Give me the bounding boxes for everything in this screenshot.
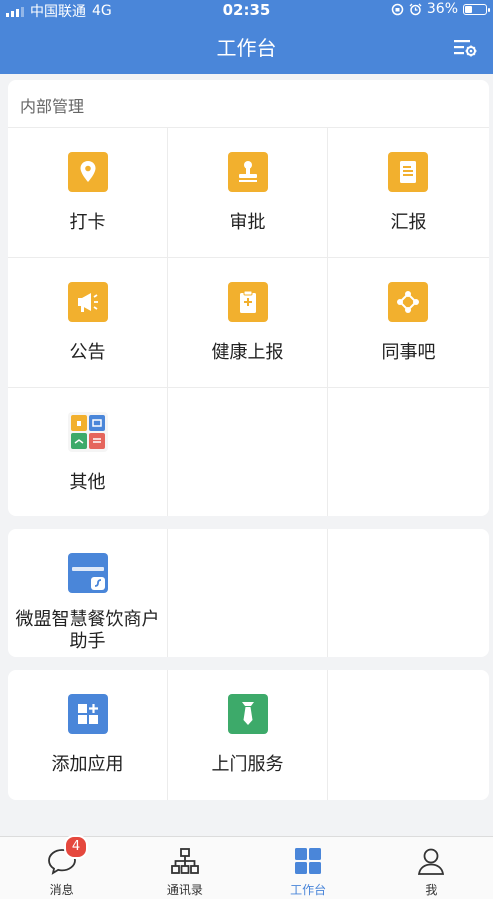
top-bar: 中国联通 4G 02:35 36% 工作台 xyxy=(0,0,493,74)
tab-label: 通讯录 xyxy=(166,883,203,897)
empty-cell xyxy=(328,670,489,800)
workbench-grid-icon xyxy=(292,845,324,877)
alarm-icon xyxy=(409,3,422,15)
tab-contacts[interactable]: 通讯录 xyxy=(123,837,246,899)
app-label: 审批 xyxy=(229,212,266,233)
mini-program-card: 微盟智慧餐饮商户助手 xyxy=(8,529,489,657)
unread-badge: 4 xyxy=(64,835,88,859)
empty-cell xyxy=(168,529,328,657)
app-grid: 添加应用 上门服务 xyxy=(8,670,489,800)
tab-label: 我 xyxy=(425,883,438,897)
report-document-icon xyxy=(388,152,428,192)
settings-list-icon[interactable] xyxy=(451,34,479,62)
app-label: 上门服务 xyxy=(211,754,284,775)
tab-label: 消息 xyxy=(49,883,74,897)
tools-card: 添加应用 上门服务 xyxy=(8,670,489,800)
tab-workbench[interactable]: 工作台 xyxy=(247,837,370,899)
app-label: 公告 xyxy=(69,342,106,363)
tab-messages[interactable]: 4 消息 xyxy=(0,835,123,899)
empty-cell xyxy=(168,387,328,516)
app-label: 微盟智慧餐饮商户助手 xyxy=(15,609,160,652)
app-label: 其他 xyxy=(69,472,106,493)
necktie-icon xyxy=(228,694,268,734)
app-health-report[interactable]: 健康上报 xyxy=(168,257,328,387)
empty-cell xyxy=(328,387,489,516)
app-approval[interactable]: 审批 xyxy=(168,127,328,257)
app-label: 汇报 xyxy=(390,212,427,233)
app-label: 健康上报 xyxy=(211,342,284,363)
user-icon xyxy=(415,845,447,877)
tab-label: 工作台 xyxy=(290,883,327,897)
internal-management-card: 内部管理 打卡 审批 汇报 公告 健康上报 同事吧 其他 xyxy=(8,80,489,516)
mini-program-icon xyxy=(68,553,108,593)
app-home-service[interactable]: 上门服务 xyxy=(168,670,328,800)
app-label: 打卡 xyxy=(69,212,106,233)
app-report[interactable]: 汇报 xyxy=(328,127,489,257)
app-add-application[interactable]: 添加应用 xyxy=(8,670,168,800)
battery-icon xyxy=(463,3,490,15)
section-title: 内部管理 xyxy=(20,97,85,116)
location-pin-icon xyxy=(68,152,108,192)
health-clipboard-icon xyxy=(228,282,268,322)
app-label: 同事吧 xyxy=(381,342,436,363)
app-other[interactable]: 其他 xyxy=(8,387,168,516)
megaphone-icon xyxy=(68,282,108,322)
app-mini-program[interactable]: 微盟智慧餐饮商户助手 xyxy=(8,529,168,657)
orientation-lock-icon xyxy=(391,3,404,15)
app-grid: 微盟智慧餐饮商户助手 xyxy=(8,529,489,657)
app-grid-icon xyxy=(68,412,108,452)
app-announcement[interactable]: 公告 xyxy=(8,257,168,387)
stamp-icon xyxy=(228,152,268,192)
page-title: 工作台 xyxy=(216,36,277,60)
app-grid: 打卡 审批 汇报 公告 健康上报 同事吧 其他 xyxy=(8,127,489,516)
share-nodes-icon xyxy=(388,282,428,322)
app-checkin[interactable]: 打卡 xyxy=(8,127,168,257)
add-app-icon xyxy=(68,694,108,734)
org-chart-icon xyxy=(169,845,201,877)
battery-percent: 36% xyxy=(426,1,458,17)
status-bar: 中国联通 4G 02:35 36% xyxy=(0,0,493,20)
empty-cell xyxy=(328,529,489,657)
app-colleagues[interactable]: 同事吧 xyxy=(328,257,489,387)
app-label: 添加应用 xyxy=(51,754,124,775)
bottom-tab-bar: 4 消息 通讯录 工作台 我 xyxy=(0,835,493,899)
tab-me[interactable]: 我 xyxy=(370,837,493,899)
